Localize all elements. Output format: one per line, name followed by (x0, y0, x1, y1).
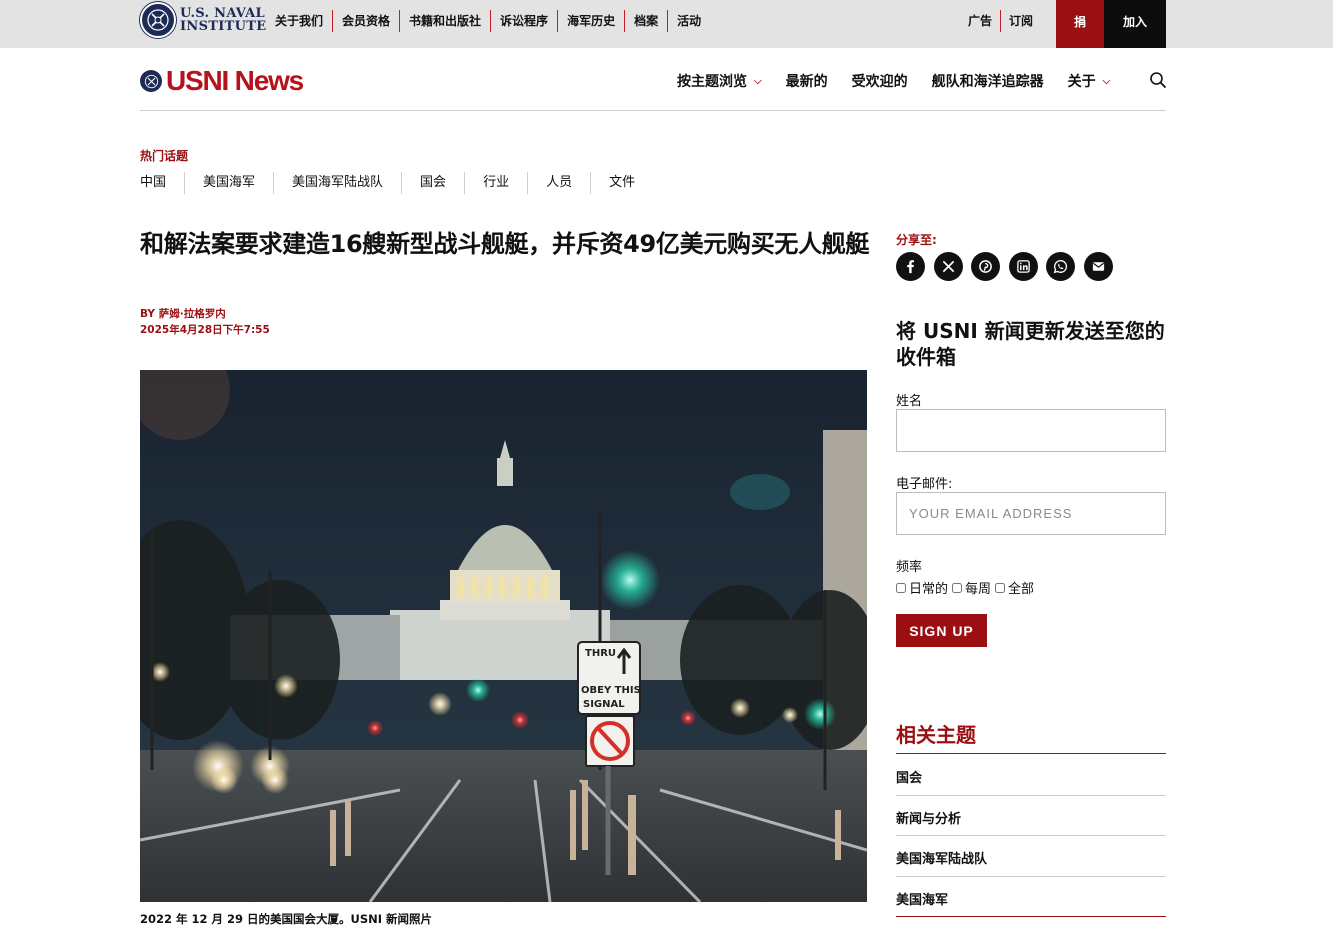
donate-button[interactable]: 捐 (1056, 0, 1104, 48)
frequency-weekly-checkbox[interactable] (952, 582, 963, 593)
utility-nav-naval-history[interactable]: 海军历史 (557, 10, 624, 32)
photo-caption: 2022 年 12 月 29 日的美国国会大厦。USNI 新闻照片 (140, 912, 433, 926)
related-topic-divider (896, 795, 1166, 796)
name-label: 姓名 (896, 394, 923, 409)
frequency-all-option[interactable]: 全部 (995, 578, 1034, 597)
utility-nav-archive[interactable]: 档案 (624, 10, 667, 32)
article-byline: BY 萨姆·拉格罗内 (140, 306, 226, 321)
related-topics-rule (896, 753, 1166, 754)
nav-browse-by-topic-label: 按主题浏览 (677, 74, 747, 90)
main-nav: 按主题浏览 ⌵ 最新的 受欢迎的 舰队和海洋追踪器 关于 ⌵ (677, 71, 1134, 91)
no-u-turn-sign (585, 715, 635, 767)
advertise-link[interactable]: 广告 (960, 10, 1000, 32)
related-topic-congress[interactable]: 国会 (896, 767, 922, 786)
related-topic-navy[interactable]: 美国海军 (896, 889, 948, 908)
header-divider (140, 110, 1166, 111)
frequency-all-label: 全部 (1008, 582, 1035, 597)
share-buttons (896, 252, 1122, 281)
trending-topic-navy[interactable]: 美国海军 (184, 172, 273, 194)
utility-nav-proceedings[interactable]: 诉讼程序 (490, 10, 557, 32)
trending-topics: 中国 美国海军 美国海军陆战队 国会 行业 人员 文件 (140, 172, 653, 194)
byline-prefix: BY (140, 308, 156, 320)
utility-nav: 关于我们 会员资格 书籍和出版社 诉讼程序 海军历史 档案 活动 (266, 10, 710, 32)
article-date: 2025年4月28日下午7:55 (140, 324, 270, 336)
frequency-daily-checkbox[interactable] (896, 582, 906, 593)
frequency-daily-label: 日常的 (909, 582, 949, 597)
related-topic-divider (896, 835, 1166, 836)
trending-topic-documents[interactable]: 文件 (590, 172, 653, 194)
article-headline: 和解法案要求建造16艘新型战斗舰艇，并斥资49亿美元购买无人舰艇 (140, 230, 870, 258)
nav-popular[interactable]: 受欢迎的 (852, 71, 908, 91)
usni-logo-line2: INSTITUTE (180, 19, 267, 34)
whatsapp-icon[interactable] (1046, 252, 1076, 281)
nav-about[interactable]: 关于 ⌵ (1068, 71, 1111, 91)
email-label: 电子邮件: (896, 477, 953, 492)
usni-news-logo[interactable]: USNI News (140, 65, 304, 96)
pinterest-icon[interactable] (971, 252, 1001, 281)
email-input[interactable] (896, 492, 1166, 535)
sign-thru-text: THRU (585, 648, 616, 659)
related-topics-bottom-rule (896, 916, 1166, 917)
trending-topic-marine-corps[interactable]: 美国海军陆战队 (273, 172, 401, 194)
nav-latest-label: 最新的 (785, 74, 828, 90)
facebook-icon[interactable] (896, 252, 925, 281)
nav-popular-label: 受欢迎的 (851, 74, 908, 90)
related-topics-title: 相关主题 (896, 723, 976, 747)
trending-topic-china[interactable]: 中国 (140, 172, 184, 194)
utility-nav-events[interactable]: 活动 (667, 10, 710, 32)
usni-news-wordmark: USNI News (166, 65, 304, 96)
frequency-weekly-option[interactable]: 每周 (952, 578, 991, 597)
usni-logo[interactable]: U.S. NAVAL INSTITUTE (140, 1, 266, 39)
frequency-daily-option[interactable]: 日常的 (896, 578, 948, 597)
nav-about-label: 关于 (1067, 74, 1096, 90)
sign-signal-text: SIGNAL (583, 699, 625, 710)
utility-nav-books-press[interactable]: 书籍和出版社 (399, 10, 490, 32)
frequency-all-checkbox[interactable] (995, 582, 1006, 593)
usni-logo-text: U.S. NAVAL INSTITUTE (180, 7, 266, 33)
author-link[interactable]: 萨姆·拉格罗内 (159, 308, 226, 320)
newsletter-title: 将 USNI 新闻更新发送至您的收件箱 (896, 319, 1165, 369)
utility-nav-membership[interactable]: 会员资格 (332, 10, 399, 32)
related-topic-news-analysis[interactable]: 新闻与分析 (896, 808, 961, 827)
nav-fleet-tracker[interactable]: 舰队和海洋追踪器 (932, 71, 1044, 91)
sign-obey-text: OBEY THIS (581, 685, 641, 696)
trending-topic-industry[interactable]: 行业 (464, 172, 527, 194)
nav-fleet-tracker-label: 舰队和海洋追踪器 (931, 74, 1044, 90)
email-icon[interactable] (1083, 252, 1113, 281)
usni-seal-icon (140, 2, 176, 38)
utility-nav-about[interactable]: 关于我们 (266, 10, 332, 32)
related-topic-marine-corps[interactable]: 美国海军陆战队 (896, 848, 987, 867)
frequency-options: 日常的 每周 全部 (896, 578, 1038, 597)
trending-topic-congress[interactable]: 国会 (401, 172, 464, 194)
share-label: 分享至: (896, 233, 937, 247)
name-input[interactable] (896, 409, 1166, 452)
thru-sign: THRU OBEY THIS SIGNAL (577, 641, 641, 715)
trending-label: 热门话题 (140, 149, 189, 163)
nav-browse-by-topic[interactable]: 按主题浏览 ⌵ (677, 71, 762, 91)
nav-latest[interactable]: 最新的 (786, 71, 828, 91)
chevron-down-icon: ⌵ (1102, 75, 1111, 87)
search-icon[interactable] (1149, 71, 1167, 89)
linkedin-icon[interactable] (1008, 252, 1038, 281)
sign-up-button[interactable]: SIGN UP (896, 614, 987, 647)
hero-image: THRU OBEY THIS SIGNAL (140, 370, 867, 902)
join-button[interactable]: 加入 (1104, 0, 1166, 48)
frequency-weekly-label: 每周 (965, 582, 992, 597)
x-icon[interactable] (933, 252, 963, 281)
utility-links: 广告 订阅 (960, 10, 1041, 32)
subscribe-link[interactable]: 订阅 (1000, 10, 1041, 32)
frequency-label: 频率 (896, 560, 923, 575)
related-topic-divider (896, 876, 1166, 877)
chevron-down-icon: ⌵ (754, 75, 762, 87)
usni-news-seal-icon (140, 70, 162, 92)
trending-topic-people[interactable]: 人员 (527, 172, 590, 194)
utility-bar: U.S. NAVAL INSTITUTE 关于我们 会员资格 书籍和出版社 诉讼… (0, 0, 1333, 48)
